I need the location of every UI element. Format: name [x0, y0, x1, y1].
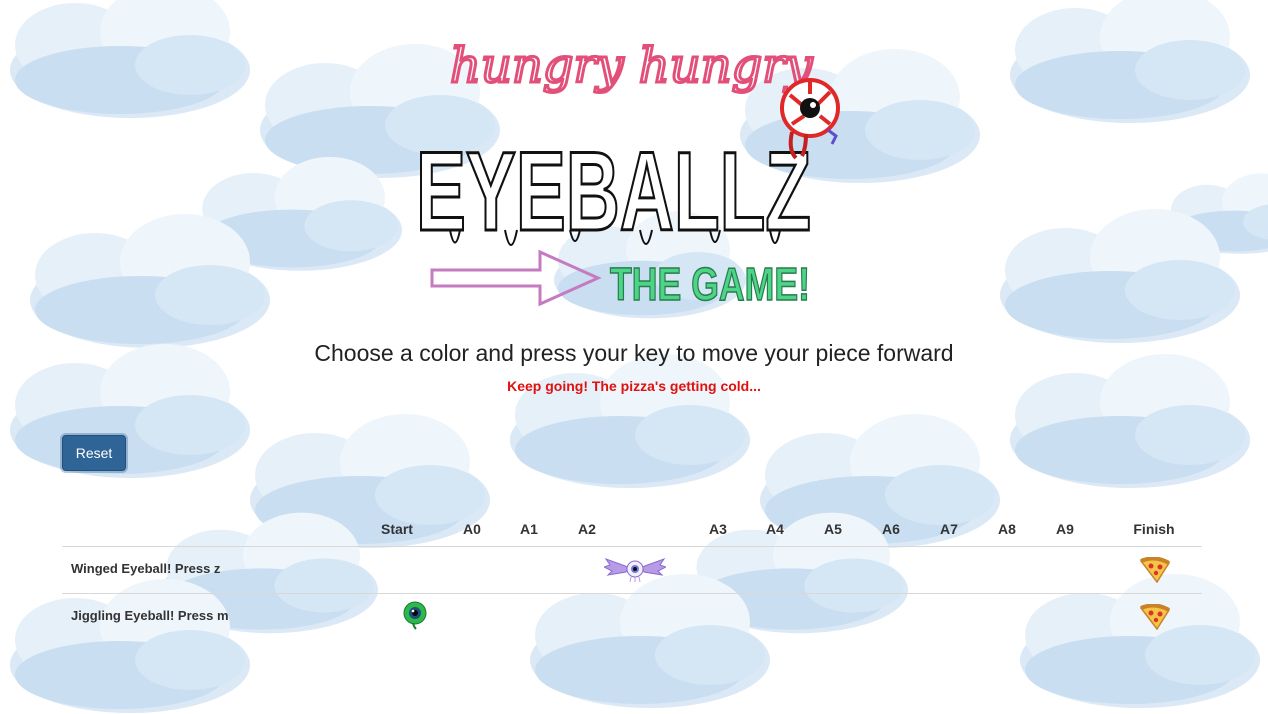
column-header: A0 — [463, 521, 481, 537]
winged-eyeball-icon — [604, 558, 666, 583]
column-header: A5 — [824, 521, 842, 537]
reset-button[interactable]: Reset — [62, 435, 126, 471]
column-header: Start — [381, 521, 413, 537]
column-header: A1 — [520, 521, 538, 537]
column-header: A3 — [709, 521, 727, 537]
pizza-slice-icon — [1139, 557, 1171, 583]
column-header: A9 — [1056, 521, 1074, 537]
column-header: A8 — [998, 521, 1016, 537]
logo-line3: THE GAME! — [610, 258, 810, 310]
game-page: hungry hungry EYEBALLZ THE GAME! Choose … — [0, 0, 1268, 714]
logo-line2: EYEBALLZ — [416, 129, 811, 254]
lane-jiggling-eyeball: Jiggling Eyeball! Press m — [62, 594, 1202, 640]
race-track: Start A0 A1 A2 A3 A4 A5 A6 A7 A8 A9 Fini… — [62, 512, 1202, 640]
green-eyeball-icon — [403, 601, 427, 630]
logo-line1: hungry hungry — [450, 38, 813, 94]
track-header-row: Start A0 A1 A2 A3 A4 A5 A6 A7 A8 A9 Fini… — [62, 512, 1202, 547]
instructions-text: Choose a color and press your key to mov… — [314, 340, 954, 366]
game-logo: hungry hungry EYEBALLZ THE GAME! — [415, 37, 840, 311]
pizza-slice-icon — [1139, 604, 1171, 630]
column-header: A6 — [882, 521, 900, 537]
column-header: A4 — [766, 521, 784, 537]
lane-label: Jiggling Eyeball! Press m — [71, 608, 229, 623]
column-header: A2 — [578, 521, 596, 537]
lane-label: Winged Eyeball! Press z — [71, 561, 221, 576]
lane-winged-eyeball: Winged Eyeball! Press z — [62, 547, 1202, 594]
status-message: Keep going! The pizza's getting cold... — [507, 378, 761, 394]
column-header: Finish — [1133, 521, 1175, 537]
column-header: A7 — [940, 521, 958, 537]
logo-arrow — [430, 249, 602, 307]
